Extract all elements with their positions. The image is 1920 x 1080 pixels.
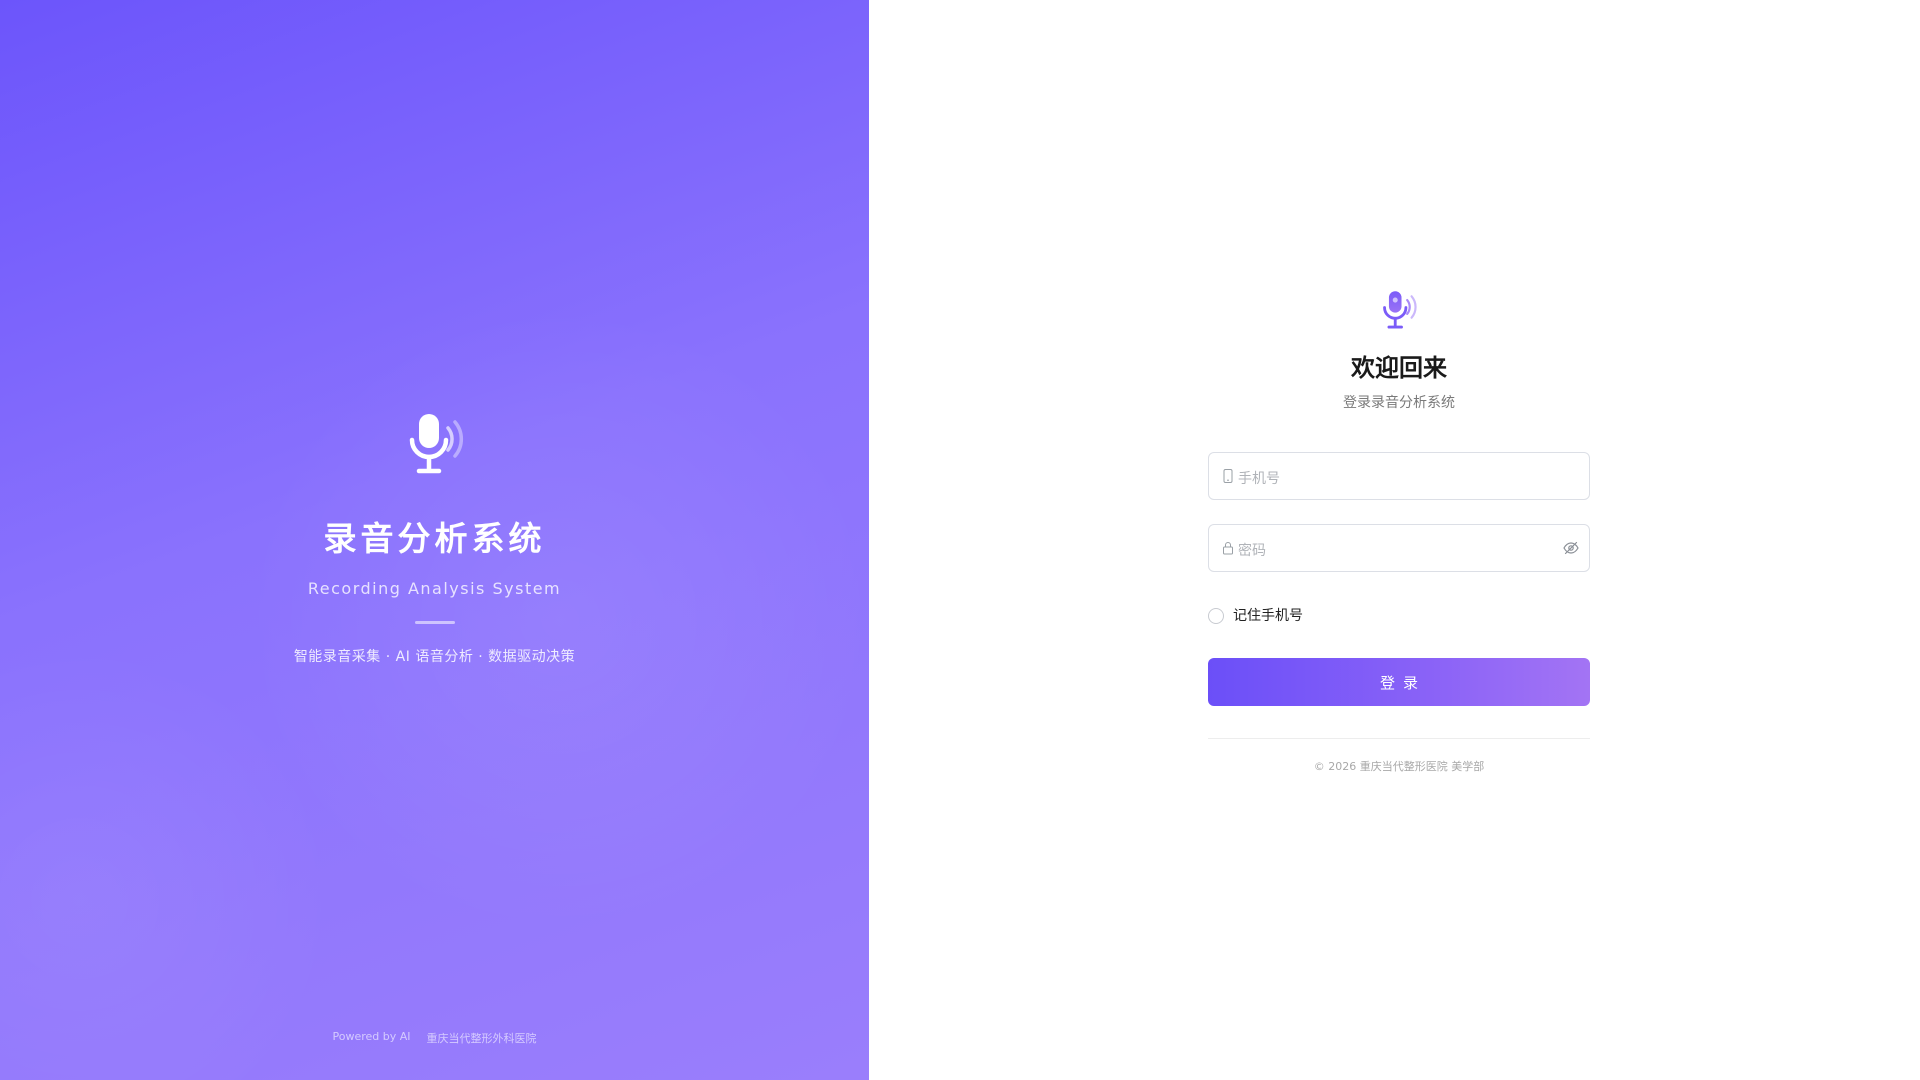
remember-phone-label: 记住手机号 bbox=[1233, 608, 1303, 624]
phone-icon bbox=[1223, 469, 1233, 483]
remember-phone-checkbox[interactable] bbox=[1208, 608, 1224, 624]
brand-footer: Powered by AI 重庆当代整形外科医院 bbox=[0, 1030, 869, 1046]
card-divider bbox=[1208, 738, 1590, 739]
organization-text: 重庆当代整形外科医院 bbox=[426, 1032, 537, 1045]
remember-phone-option[interactable]: 记住手机号 bbox=[1208, 608, 1590, 624]
brand-panel: 录音分析系统 Recording Analysis System 智能录音采集 … bbox=[0, 0, 869, 1080]
brand-tagline: 智能录音采集 · AI 语音分析 · 数据驱动决策 bbox=[293, 649, 576, 665]
login-page: 录音分析系统 Recording Analysis System 智能录音采集 … bbox=[0, 0, 1920, 1080]
powered-by-text: Powered by AI bbox=[332, 1030, 411, 1043]
brand-subtitle: Recording Analysis System bbox=[307, 579, 562, 598]
brand-title: 录音分析系统 bbox=[323, 519, 546, 558]
login-panel: 欢迎回来 登录录音分析系统 手机号 记住手机号 登录 © 2026 重庆当代整形… bbox=[869, 0, 1920, 1080]
copyright-text: © 2026 重庆当代整形医院 美学部 bbox=[1313, 760, 1485, 773]
brand-center: 录音分析系统 Recording Analysis System 智能录音采集 … bbox=[0, 412, 869, 664]
password-input[interactable] bbox=[1238, 539, 1549, 563]
phone-field bbox=[1208, 452, 1590, 500]
welcome-subtitle: 登录录音分析系统 bbox=[1343, 395, 1455, 411]
login-button[interactable]: 登录 bbox=[1208, 658, 1590, 706]
microphone-waves-icon bbox=[409, 414, 463, 474]
password-field bbox=[1208, 524, 1590, 572]
eye-off-icon[interactable] bbox=[1563, 541, 1579, 555]
lock-icon bbox=[1223, 542, 1233, 555]
welcome-title: 欢迎回来 bbox=[1351, 354, 1447, 382]
microphone-waves-icon bbox=[1383, 291, 1417, 329]
login-form: 欢迎回来 登录录音分析系统 手机号 记住手机号 登录 © 2026 重庆当代整形… bbox=[1208, 290, 1590, 772]
phone-input[interactable] bbox=[1238, 467, 1549, 491]
brand-divider bbox=[414, 621, 455, 624]
